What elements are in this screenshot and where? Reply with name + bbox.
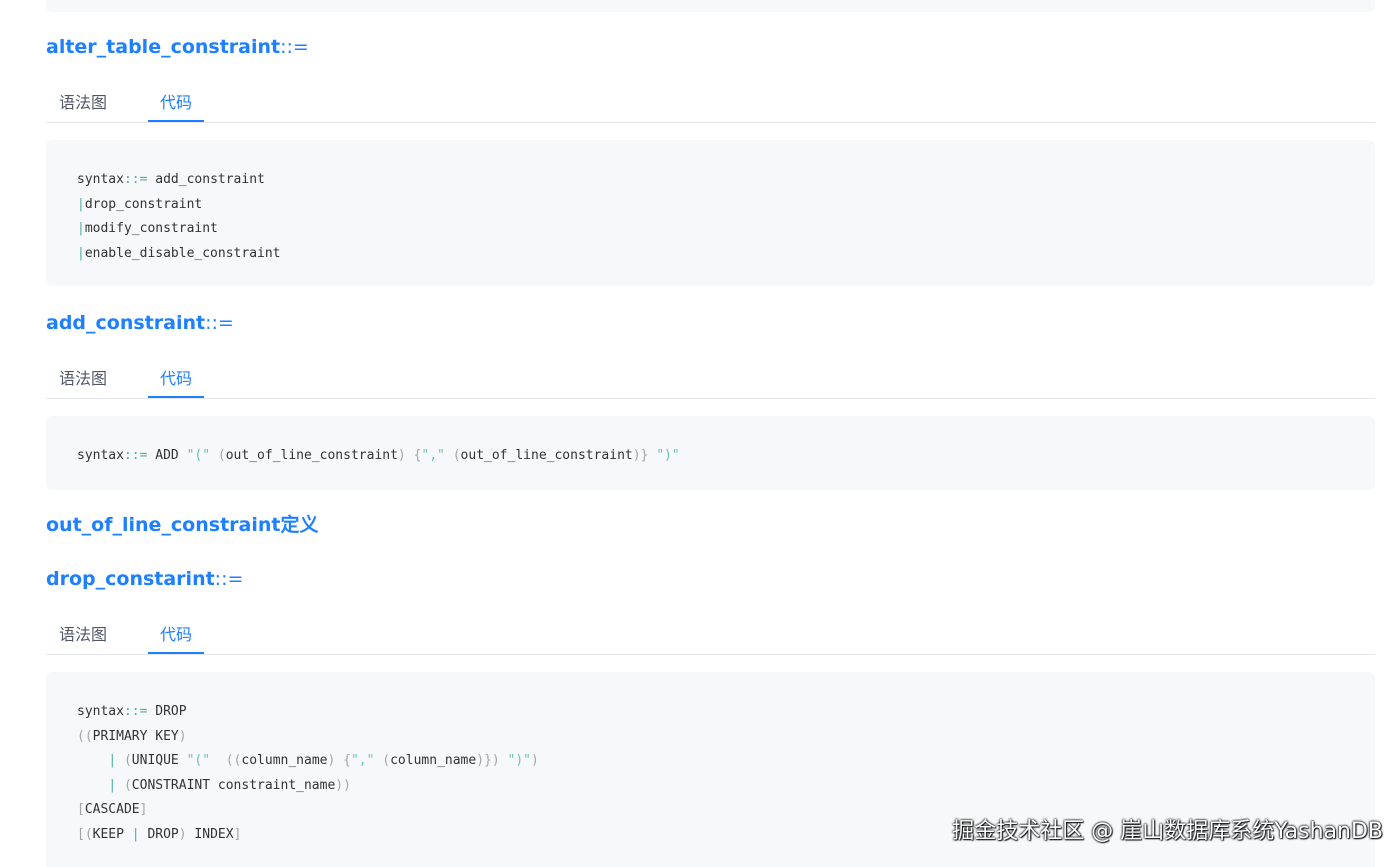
heading-operator: ::= <box>214 568 244 590</box>
heading-text: add_constraint <box>46 312 206 334</box>
tab-code[interactable]: 代码 <box>148 86 204 122</box>
tab-syntax-diagram[interactable]: 语法图 <box>46 618 120 652</box>
code-line: syntax::= add_constraint <box>77 172 265 187</box>
previous-code-block <box>46 0 1375 12</box>
heading-text: alter_table_constraint <box>46 36 281 58</box>
syntax-tabs: 语法图 代码 <box>46 618 1375 655</box>
tab-syntax-diagram[interactable]: 语法图 <box>46 362 120 396</box>
code-block-alter-table-constraint: syntax::= add_constraint |drop_constrain… <box>46 140 1375 286</box>
section-heading-out-of-line-constraint[interactable]: out_of_line_constraint定义 <box>46 513 318 537</box>
code-line: | (CONSTRAINT constraint_name)) <box>108 777 351 793</box>
code-line: syntax::= DROP <box>77 704 187 719</box>
code-block-add-constraint: syntax::= ADD "(" (out_of_line_constrain… <box>46 416 1375 490</box>
code-line: ((PRIMARY KEY) <box>77 728 187 744</box>
syntax-tabs: 语法图 代码 <box>46 362 1375 399</box>
code-line: |enable_disable_constraint <box>77 245 281 261</box>
section-heading-add-constraint: add_constraint::= <box>46 311 234 335</box>
code-line: |drop_constraint <box>77 196 203 212</box>
tab-syntax-diagram[interactable]: 语法图 <box>46 86 120 120</box>
syntax-tabs: 语法图 代码 <box>46 86 1375 123</box>
heading-text[interactable]: out_of_line_constraint定义 <box>46 514 318 536</box>
tab-code[interactable]: 代码 <box>148 618 204 654</box>
heading-text: drop_constarint <box>46 568 215 590</box>
tab-code[interactable]: 代码 <box>148 362 204 398</box>
code-line: |modify_constraint <box>77 221 218 237</box>
watermark: 掘金技术社区 @ 崖山数据库系统YashanDB <box>952 819 1383 844</box>
section-heading-alter-table-constraint: alter_table_constraint::= <box>46 35 309 59</box>
heading-operator: ::= <box>205 312 234 334</box>
code-line: syntax::= ADD "(" (out_of_line_constrain… <box>77 448 680 463</box>
heading-operator: ::= <box>280 36 309 58</box>
section-heading-drop-constraint: drop_constarint::= <box>46 567 243 591</box>
code-line: | (UNIQUE "(" ((column_name) {"," (colum… <box>108 753 539 769</box>
